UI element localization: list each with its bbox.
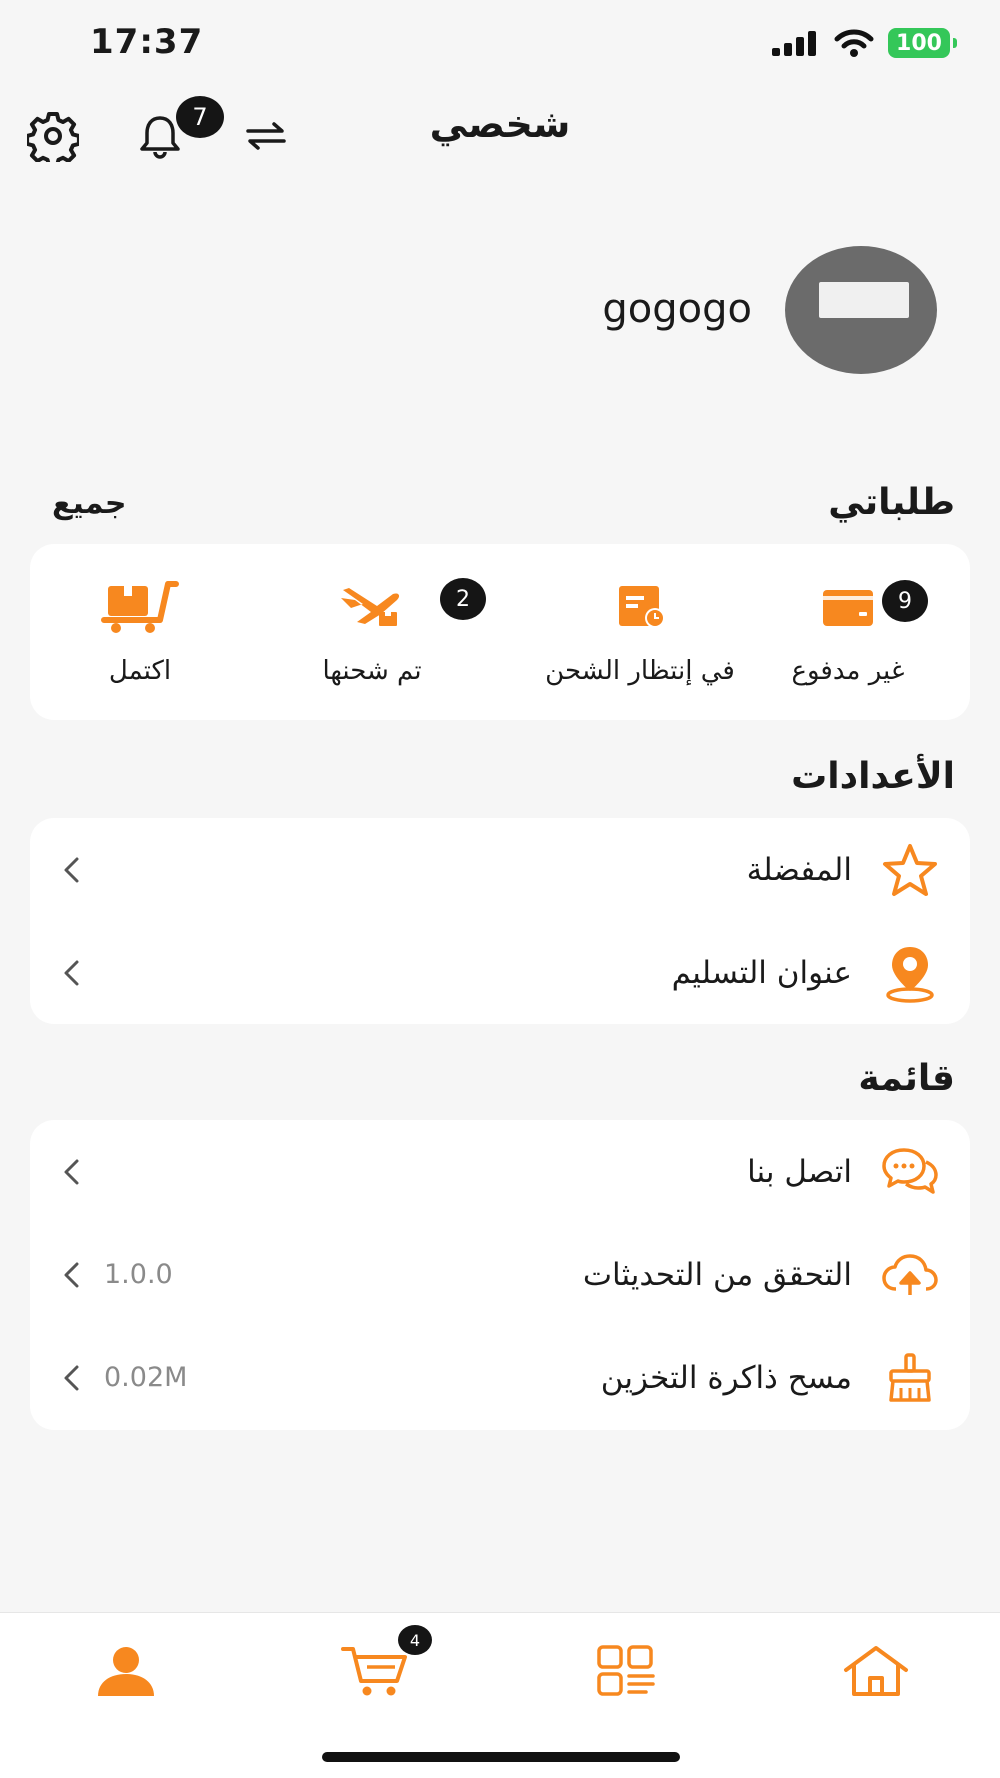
- order-completed[interactable]: اكتمل: [60, 574, 220, 686]
- chat-icon: [880, 1142, 940, 1202]
- username: gogogo: [602, 286, 752, 332]
- broom-icon: [880, 1348, 940, 1408]
- row-label: مسح ذاكرة التخزين: [600, 1359, 852, 1396]
- chevron-left-icon: [56, 855, 86, 885]
- pending-shipment-icon: [597, 574, 683, 638]
- cloud-upload-icon: [880, 1245, 940, 1305]
- chevron-left-icon: [56, 958, 86, 988]
- star-icon: [880, 840, 940, 900]
- row-label: المفضلة: [746, 851, 852, 888]
- location-pin-icon: [880, 943, 940, 1003]
- status-time: 17:37: [90, 22, 204, 62]
- avatar[interactable]: [785, 246, 937, 374]
- orders-card: غير مدفوع 9 في إنتظار الشحن تم شحنها 2 ا…: [30, 544, 970, 720]
- home-indicator: [322, 1752, 680, 1762]
- order-label: في إنتظار الشحن: [545, 656, 735, 686]
- chevron-left-icon: [56, 1363, 86, 1393]
- order-shipped[interactable]: تم شحنها: [292, 574, 452, 686]
- cart-box-icon: [97, 574, 183, 638]
- profile-icon[interactable]: [86, 1639, 166, 1703]
- row-label: عنوان التسليم: [671, 954, 852, 991]
- airplane-icon: [329, 574, 415, 638]
- row-label: اتصل بنا: [747, 1153, 852, 1190]
- row-label: التحقق من التحديثات: [582, 1256, 852, 1293]
- version-value: 1.0.0: [104, 1259, 173, 1290]
- chevron-left-icon: [56, 1157, 86, 1187]
- all-orders-link[interactable]: جميع: [52, 486, 126, 521]
- order-label: غير مدفوع: [791, 656, 905, 686]
- delivery-address-row[interactable]: عنوان التسليم: [30, 921, 970, 1024]
- menu-section-title: قائمة: [858, 1058, 955, 1099]
- check-updates-row[interactable]: التحقق من التحديثات 1.0.0: [30, 1223, 970, 1326]
- wallet-icon: [805, 574, 891, 638]
- cache-size-value: 0.02M: [104, 1362, 188, 1393]
- clear-cache-row[interactable]: مسح ذاكرة التخزين 0.02M: [30, 1326, 970, 1429]
- cart-badge: 4: [398, 1625, 432, 1655]
- menu-card: اتصل بنا التحقق من التحديثات 1.0.0 مسح ذ: [30, 1120, 970, 1430]
- home-icon[interactable]: [836, 1639, 916, 1703]
- battery-indicator: 100: [888, 28, 957, 58]
- categories-icon[interactable]: [586, 1639, 666, 1703]
- contact-us-row[interactable]: اتصل بنا: [30, 1120, 970, 1223]
- order-label: تم شحنها: [322, 656, 422, 686]
- page-title: شخصي: [429, 102, 571, 146]
- order-awaiting-shipment[interactable]: في إنتظار الشحن: [540, 574, 740, 686]
- wifi-icon: [834, 29, 874, 57]
- favorites-row[interactable]: المفضلة: [30, 818, 970, 921]
- orders-section-title: طلباتي: [828, 482, 955, 523]
- settings-section-title: الأعدادات: [791, 756, 955, 797]
- settings-card: المفضلة عنوان التسليم: [30, 818, 970, 1024]
- signal-icon: [772, 31, 816, 56]
- order-label: اكتمل: [108, 656, 172, 686]
- order-badge: 2: [440, 578, 486, 620]
- order-badge: 9: [882, 580, 928, 622]
- chevron-left-icon: [56, 1260, 86, 1290]
- status-icons: 100: [772, 28, 957, 58]
